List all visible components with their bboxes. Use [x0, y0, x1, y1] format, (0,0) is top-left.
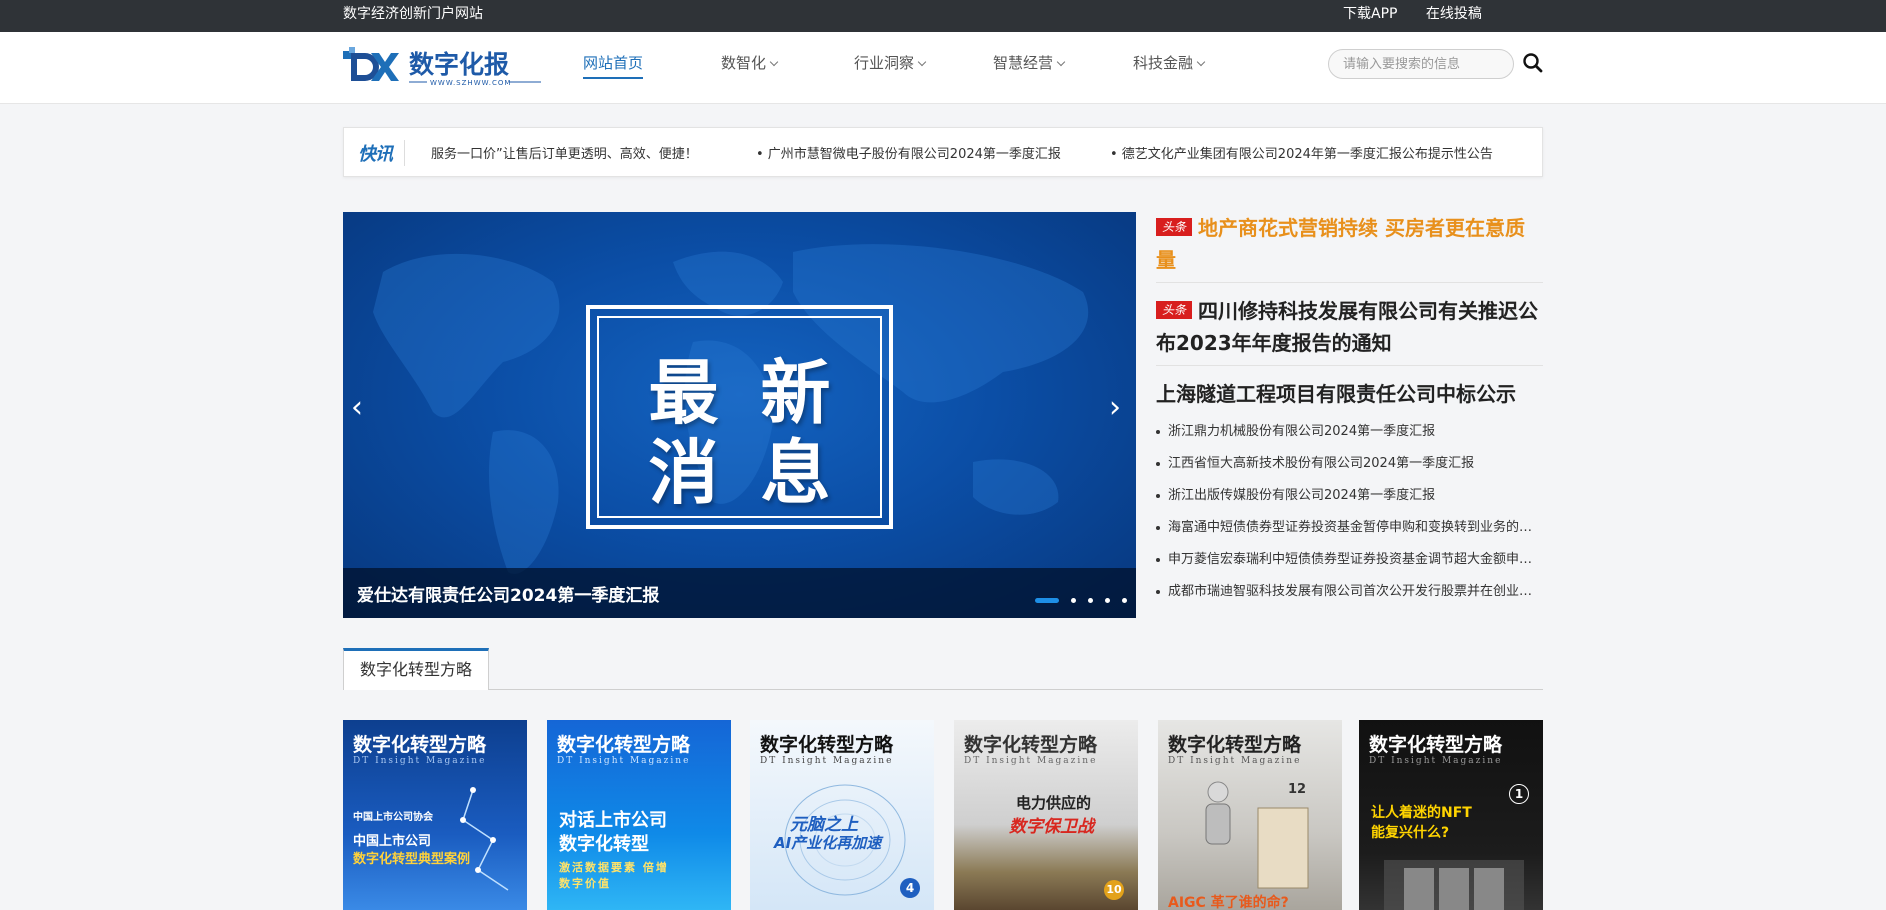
banner-caption[interactable]: 爱仕达有限责任公司2024第一季度汇报	[357, 581, 659, 606]
nav-fintech[interactable]: 科技金融	[1133, 52, 1206, 73]
carousel-dot[interactable]	[1105, 598, 1111, 603]
headline-badge: 头条	[1156, 218, 1193, 236]
list-item[interactable]: 浙江鼎力机械股份有限公司2024第一季度汇报	[1156, 416, 1543, 448]
list-item[interactable]: 成都市瑞迪智驱科技发展有限公司首次公开发行股票并在创业板上市发行公告	[1156, 576, 1543, 608]
headline-2[interactable]: 头条 四川修持科技发展有限公司有关推迟公布2023年年度报告的通知	[1156, 295, 1543, 366]
list-item[interactable]: 海富通中短债债券型证券投资基金暂停申购和变换转到业务的公告	[1156, 512, 1543, 544]
carousel-prev-button[interactable]: ‹	[351, 390, 363, 425]
headline-1[interactable]: 头条 地产商花式营销持续 买房者更在意质量	[1156, 212, 1543, 283]
ticker-item[interactable]: • 德艺文化产业集团有限公司2024年第一季度汇报公布提示性公告	[1110, 143, 1493, 162]
headline-panel: 头条 地产商花式营销持续 买房者更在意质量 头条 四川修持科技发展有限公司有关推迟公…	[1156, 212, 1543, 608]
carousel-dot[interactable]	[1122, 598, 1128, 603]
site-logo[interactable]: 数字化报 WWW.SZHWW.COM	[343, 45, 543, 89]
headline-badge: 头条	[1156, 301, 1193, 319]
banner-carousel[interactable]: 最新 消息 ‹ › 爱仕达有限责任公司2024第一季度汇报	[343, 212, 1136, 618]
chevron-down-icon	[1056, 57, 1066, 67]
chevron-down-icon	[1196, 57, 1206, 67]
nft-graphic	[1384, 860, 1524, 910]
search-icon	[1523, 53, 1543, 73]
list-item[interactable]: 申万菱信宏泰瑞利中短债债券型证券投资基金调节超大金额申购的公告	[1156, 544, 1543, 576]
section-tab[interactable]: 数字化转型方略	[343, 648, 490, 690]
chevron-down-icon	[769, 57, 779, 67]
banner-caption-bar: 爱仕达有限责任公司2024第一季度汇报	[343, 568, 1136, 618]
ticker-tag: 快讯	[358, 140, 405, 166]
magazine-cover[interactable]: 数字化转型方略 DT Insight Magazine 12 AIGC 革了谁的…	[1158, 720, 1342, 910]
main-content: 最新 消息 ‹ › 爱仕达有限责任公司2024第一季度汇报 头条 地产商花式营销持…	[343, 212, 1543, 618]
magazine-cover[interactable]: 数字化转型方略 DT Insight Magazine 电力供应的 数字保卫战 …	[954, 720, 1138, 910]
ticker-item[interactable]: 服务一口价”让售后订单更透明、高效、便捷！	[431, 143, 698, 162]
top-links: 下载APP 在线投稿	[1343, 3, 1506, 23]
section-header: 数字化转型方略	[343, 648, 1543, 690]
carousel-next-button[interactable]: ›	[1109, 390, 1121, 425]
carousel-dot[interactable]	[1088, 598, 1094, 603]
magazine-cover[interactable]: 数字化转型方略 DT Insight Magazine 中国上市公司协会 中国上…	[343, 720, 527, 910]
search-input[interactable]	[1328, 49, 1514, 79]
carousel-dot[interactable]	[1071, 598, 1077, 603]
magazine-cover[interactable]: 数字化转型方略 DT Insight Magazine 让人着迷的NFT 能复兴…	[1359, 720, 1543, 910]
carousel-dots	[1035, 590, 1128, 609]
nav-digital[interactable]: 数智化	[721, 52, 779, 73]
news-ticker: 快讯 服务一口价”让售后订单更透明、高效、便捷！ • 广州市慧智微电子股份有限公…	[343, 127, 1543, 177]
nav-home[interactable]: 网站首页	[583, 52, 644, 79]
logo-url: WWW.SZHWW.COM	[430, 79, 511, 87]
headline-3[interactable]: 上海隧道工程项目有限责任公司中标公示	[1156, 378, 1543, 410]
download-app-link[interactable]: 下载APP	[1343, 6, 1397, 22]
chevron-down-icon	[917, 57, 927, 67]
network-graphic	[460, 787, 509, 891]
logo-text: 数字化报	[409, 50, 509, 79]
submit-article-link[interactable]: 在线投稿	[1426, 6, 1482, 22]
site-slogan: 数字经济创新门户网站	[343, 6, 483, 22]
magazine-covers: 数字化转型方略 DT Insight Magazine 中国上市公司协会 中国上…	[343, 720, 1543, 910]
list-item[interactable]: 江西省恒大高新技术股份有限公司2024第一季度汇报	[1156, 448, 1543, 480]
header: 数字化报 WWW.SZHWW.COM 网站首页 数智化 行业洞察 智慧经营 科技…	[0, 32, 1886, 104]
nav-industry[interactable]: 行业洞察	[854, 52, 927, 73]
nav-operation[interactable]: 智慧经营	[993, 52, 1066, 73]
magazine-cover[interactable]: 数字化转型方略 DT Insight Magazine 元脑之上 AI产业化再加…	[750, 720, 934, 910]
search-button[interactable]	[1523, 52, 1543, 74]
carousel-dot[interactable]	[1035, 598, 1059, 603]
ticker-item[interactable]: • 广州市慧智微电子股份有限公司2024第一季度汇报	[756, 143, 1061, 162]
magazine-cover[interactable]: 数字化转型方略 DT Insight Magazine 对话上市公司 数字化转型…	[547, 720, 731, 910]
dx-logo-icon: 数字化报 WWW.SZHWW.COM	[343, 47, 541, 87]
news-list: 浙江鼎力机械股份有限公司2024第一季度汇报 江西省恒大高新技术股份有限公司20…	[1156, 416, 1543, 608]
list-item[interactable]: 浙江出版传媒股份有限公司2024第一季度汇报	[1156, 480, 1543, 512]
top-bar: 数字经济创新门户网站 下载APP 在线投稿	[0, 0, 1886, 32]
banner-headline-2: 消息	[648, 432, 873, 514]
